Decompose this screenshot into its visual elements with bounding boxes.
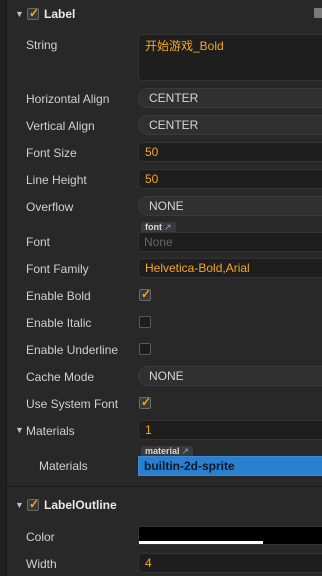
use-system-font-label: Use System Font <box>26 397 119 411</box>
enable-italic-checkbox[interactable] <box>139 316 151 328</box>
prop-horizontal-align: Horizontal Align CENTER <box>7 88 322 108</box>
external-link-icon[interactable]: ↗ <box>164 222 172 232</box>
materials-item-label: Materials <box>39 459 88 473</box>
materials-count-input[interactable]: 1 <box>138 420 322 440</box>
prop-cache-mode: Cache Mode NONE <box>7 366 322 386</box>
prop-string: String 开始游戏_Bold <box>7 34 322 84</box>
left-gutter <box>0 0 7 576</box>
external-link-icon[interactable]: ↗ <box>182 446 190 456</box>
outline-color-swatch[interactable] <box>138 526 322 545</box>
material-asset-tag-text: material <box>145 446 180 456</box>
horizontal-align-select[interactable]: CENTER <box>138 88 322 108</box>
outline-width-input[interactable]: 4 <box>138 553 322 573</box>
prop-enable-italic: Enable Italic <box>7 312 322 332</box>
horizontal-align-value: CENTER <box>149 91 199 105</box>
font-asset-value: None <box>144 235 173 249</box>
prop-overflow: Overflow NONE <box>7 196 322 216</box>
label-outline-component-title: LabelOutline <box>44 498 117 512</box>
font-label: Font <box>26 235 51 249</box>
font-family-input[interactable]: Helvetica-Bold,Arial <box>138 258 322 278</box>
font-asset-field[interactable]: None <box>138 232 322 252</box>
enable-bold-label: Enable Bold <box>26 289 91 303</box>
prop-outline-width: Width 4 <box>7 553 322 573</box>
font-size-input[interactable]: 50 <box>138 142 322 162</box>
collapse-triangle-icon[interactable]: ▼ <box>15 425 24 435</box>
prop-line-height: Line Height 50 <box>7 169 322 189</box>
outline-color-label: Color <box>26 530 55 544</box>
section-divider <box>7 486 322 487</box>
alpha-bar <box>139 541 263 544</box>
cache-mode-value: NONE <box>149 369 184 383</box>
enable-italic-label: Enable Italic <box>26 316 92 330</box>
prop-font-size: Font Size 50 <box>7 142 322 162</box>
string-value: 开始游戏_Bold <box>145 39 224 53</box>
material-asset-value: builtin-2d-sprite <box>144 459 235 473</box>
collapse-triangle-icon[interactable]: ▼ <box>15 500 24 510</box>
vertical-align-label: Vertical Align <box>26 119 95 133</box>
checkmark-icon: ✓ <box>141 395 152 409</box>
string-textarea[interactable]: 开始游戏_Bold <box>138 34 322 81</box>
enable-underline-label: Enable Underline <box>26 343 119 357</box>
overflow-label: Overflow <box>26 200 74 214</box>
font-size-label: Font Size <box>26 146 77 160</box>
label-outline-component-header[interactable]: ▼ ✓ LabelOutline <box>7 491 322 519</box>
horizontal-align-label: Horizontal Align <box>26 92 110 106</box>
prop-outline-color: Color <box>7 526 322 546</box>
vertical-align-value: CENTER <box>149 118 199 132</box>
materials-label: Materials <box>26 424 75 438</box>
checkmark-icon: ✓ <box>29 497 40 511</box>
font-asset-tag-text: font <box>145 222 162 232</box>
prop-materials-item: Materials material ↗ builtin-2d-sprite <box>7 445 322 477</box>
checkmark-icon: ✓ <box>141 287 152 301</box>
prop-vertical-align: Vertical Align CENTER <box>7 115 322 135</box>
label-component-title: Label <box>44 7 76 21</box>
outline-width-label: Width <box>26 557 57 571</box>
cache-mode-label: Cache Mode <box>26 370 95 384</box>
materials-count-value: 1 <box>145 423 152 437</box>
string-label: String <box>26 38 58 52</box>
font-family-value: Helvetica-Bold,Arial <box>145 261 250 275</box>
overflow-value: NONE <box>149 199 184 213</box>
outline-width-value: 4 <box>145 556 152 570</box>
collapse-triangle-icon[interactable]: ▼ <box>15 9 24 19</box>
vertical-align-select[interactable]: CENTER <box>138 115 322 135</box>
prop-font-family: Font Family Helvetica-Bold,Arial <box>7 258 322 278</box>
cache-mode-select[interactable]: NONE <box>138 366 322 386</box>
material-asset-field[interactable]: builtin-2d-sprite <box>138 456 322 476</box>
prop-use-system-font: Use System Font ✓ <box>7 393 322 413</box>
prop-materials: ▼ Materials 1 <box>7 420 322 440</box>
enable-bold-checkbox[interactable]: ✓ <box>139 287 152 301</box>
prop-enable-underline: Enable Underline <box>7 339 322 359</box>
inspector-panel: ▼ ✓ Label String 开始游戏_Bold Horizontal Al… <box>7 0 322 576</box>
enable-underline-checkbox[interactable] <box>139 343 151 355</box>
checkmark-icon: ✓ <box>29 6 40 20</box>
label-enabled-checkbox[interactable]: ✓ <box>27 6 40 20</box>
prop-enable-bold: Enable Bold ✓ <box>7 285 322 305</box>
line-height-input[interactable]: 50 <box>138 169 322 189</box>
font-size-value: 50 <box>145 145 159 159</box>
label-component-header[interactable]: ▼ ✓ Label <box>7 0 322 28</box>
prop-font: Font font ↗ None <box>7 221 322 253</box>
line-height-label: Line Height <box>26 173 87 187</box>
line-height-value: 50 <box>145 172 159 186</box>
font-family-label: Font Family <box>26 262 89 276</box>
use-system-font-checkbox[interactable]: ✓ <box>139 395 152 409</box>
label-outline-enabled-checkbox[interactable]: ✓ <box>27 497 40 511</box>
component-menu-icon[interactable] <box>314 8 322 18</box>
overflow-select[interactable]: NONE <box>138 196 322 216</box>
